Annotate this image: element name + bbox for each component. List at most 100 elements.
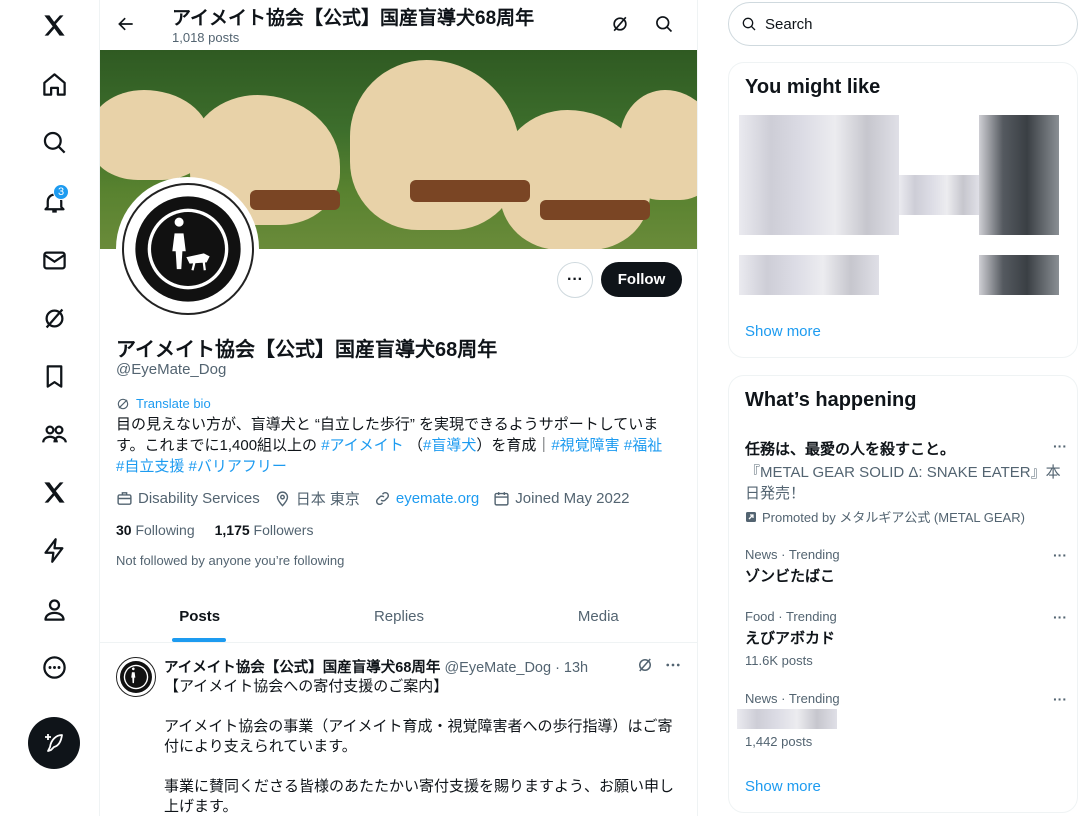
whats-happening-title: What’s happening	[745, 389, 917, 411]
search-input[interactable]	[765, 15, 1025, 33]
profile-column: アイメイト協会【公式】国産盲導犬68周年 1,018 posts ··· Fol…	[99, 0, 698, 816]
blurred-suggestion	[739, 255, 879, 295]
more-dots-icon[interactable]: ···	[1053, 609, 1067, 625]
notification-badge: 3	[53, 184, 69, 200]
profile-icon[interactable]	[32, 587, 76, 631]
profile-tabs: Posts Replies Media	[100, 590, 697, 643]
trend-item[interactable]: Food · Trending えびアボカド 11.6K posts ···	[745, 609, 1067, 668]
profile-meta: Disability Services 日本 東京 eyemate.org Jo…	[116, 488, 630, 509]
profile-website[interactable]: eyemate.org	[374, 488, 479, 509]
tweet-avatar[interactable]	[116, 657, 156, 697]
bookmark-icon[interactable]	[32, 354, 76, 398]
you-might-like-title: You might like	[745, 76, 881, 98]
lightning-icon[interactable]	[32, 528, 76, 572]
trend-category: News · Trending	[745, 691, 840, 706]
blurred-trend-name	[737, 709, 837, 729]
home-icon[interactable]	[32, 62, 76, 106]
trend-posts: 11.6K posts	[745, 653, 813, 668]
more-circle-icon[interactable]	[32, 645, 76, 689]
more-dots-icon[interactable]: ···	[1053, 547, 1067, 563]
translate-bio-link[interactable]: Translate bio	[116, 396, 211, 411]
whats-happening-card: What’s happening 任務は、最愛の人を殺すこと。 『METAL G…	[728, 375, 1078, 813]
eyemate-logo	[120, 661, 152, 693]
hashtag-link[interactable]: #アイメイト	[321, 437, 404, 454]
feather-plus-icon	[45, 734, 63, 752]
trend-name: ゾンビたばこ	[745, 568, 836, 585]
grok-icon[interactable]	[608, 12, 632, 36]
grok-icon[interactable]	[636, 656, 654, 674]
tweet-actions	[636, 656, 682, 674]
bell-icon[interactable]: 3	[32, 180, 76, 224]
tweet-header: アイメイト協会【公式】国産盲導犬68周年 @EyeMate_Dog · 13h	[164, 656, 588, 677]
tab-media[interactable]: Media	[499, 590, 697, 642]
promoted-icon	[746, 511, 756, 522]
search-box[interactable]	[728, 2, 1078, 46]
hashtag-link[interactable]: #福祉	[624, 437, 662, 454]
translate-bio-label: Translate bio	[136, 396, 211, 411]
communities-icon[interactable]	[32, 412, 76, 456]
tab-posts[interactable]: Posts	[100, 590, 299, 642]
follow-button[interactable]: Follow	[601, 262, 682, 297]
tweet-author[interactable]: アイメイト協会【公式】国産盲導犬68周年	[164, 660, 440, 676]
more-dots-icon[interactable]	[664, 656, 682, 674]
profile-header-bar: アイメイト協会【公式】国産盲導犬68周年 1,018 posts	[100, 0, 697, 50]
bio-text: ）を育成｜	[476, 437, 552, 454]
trend-category: News · Trending	[745, 547, 840, 562]
profile-avatar[interactable]	[116, 177, 259, 320]
promo-title: 任務は、最愛の人を殺すこと。	[745, 441, 956, 458]
bio-text: （	[403, 437, 423, 454]
back-arrow-icon[interactable]	[112, 10, 140, 38]
show-more-link[interactable]: Show more	[745, 778, 821, 795]
profile-category: Disability Services	[116, 488, 260, 509]
followers-label: Followers	[253, 522, 314, 538]
promoted-trend[interactable]: 任務は、最愛の人を殺すこと。 『METAL GEAR SOLID Δ: SNAK…	[745, 438, 1067, 526]
follow-counts: 30 Following 1,175 Followers	[116, 522, 313, 538]
followers-link[interactable]: 1,175 Followers	[215, 522, 314, 538]
search-icon[interactable]	[652, 12, 676, 36]
tab-replies[interactable]: Replies	[299, 590, 498, 642]
promoted-by-label: Promoted by メタルギア公式 (METAL GEAR)	[762, 510, 1025, 525]
tweet-handle-time[interactable]: @EyeMate_Dog · 13h	[444, 660, 588, 676]
more-options-button[interactable]: ···	[557, 262, 593, 298]
more-dots-icon[interactable]: ···	[1053, 438, 1067, 454]
trend-name: えびアボカド	[745, 630, 836, 647]
profile-display-name: アイメイト協会【公式】国産盲導犬68周年	[116, 339, 498, 361]
category-label: Disability Services	[138, 490, 260, 507]
calendar-icon	[494, 492, 509, 506]
following-label: Following	[135, 522, 195, 538]
hashtag-link[interactable]: #バリアフリー	[189, 458, 287, 475]
blurred-suggestion	[739, 115, 899, 235]
tweet-item[interactable]: アイメイト協会【公式】国産盲導犬68周年 @EyeMate_Dog · 13h …	[100, 644, 697, 816]
blurred-follow-button	[979, 255, 1059, 295]
you-might-like-card: You might like Show more	[728, 62, 1078, 358]
joined-label: Joined May 2022	[515, 490, 630, 507]
trend-item[interactable]: News · Trending ゾンビたばこ ···	[745, 547, 1067, 586]
search-icon[interactable]	[32, 120, 76, 164]
hashtag-link[interactable]: #盲導犬	[423, 437, 476, 454]
trend-item[interactable]: News · Trending 1,442 posts ···	[737, 691, 1067, 749]
profile-joined: Joined May 2022	[493, 488, 630, 509]
tweet-text: 【アイメイト協会への寄付支援のご案内】 アイメイト協会の事業（アイメイト育成・視…	[164, 678, 675, 815]
briefcase-icon	[117, 492, 132, 505]
hashtag-link[interactable]: #自立支援	[116, 458, 184, 475]
grok-icon[interactable]	[32, 296, 76, 340]
left-nav: 3	[0, 0, 99, 816]
link-icon	[375, 491, 389, 506]
search-icon	[742, 17, 756, 31]
mail-icon[interactable]	[32, 238, 76, 282]
x-logo-icon[interactable]	[32, 3, 76, 47]
compose-post-button[interactable]	[28, 717, 80, 769]
more-dots-icon[interactable]: ···	[1053, 691, 1067, 707]
followers-count: 1,175	[214, 522, 250, 538]
blurred-follow-button	[979, 115, 1059, 235]
hashtag-link[interactable]: #視覚障害	[551, 437, 619, 454]
blurred-suggestion	[899, 175, 979, 215]
trend-category: Food · Trending	[745, 609, 837, 624]
profile-bio: 目の見えない方が、盲導犬と “自立した歩行” を実現できるようサポートしていま …	[116, 414, 686, 477]
following-count: 30	[116, 522, 132, 538]
show-more-link[interactable]: Show more	[745, 323, 821, 340]
following-link[interactable]: 30 Following	[116, 522, 195, 538]
website-link[interactable]: eyemate.org	[396, 490, 479, 507]
x-premium-icon[interactable]	[32, 470, 76, 514]
eyemate-logo	[121, 182, 254, 315]
